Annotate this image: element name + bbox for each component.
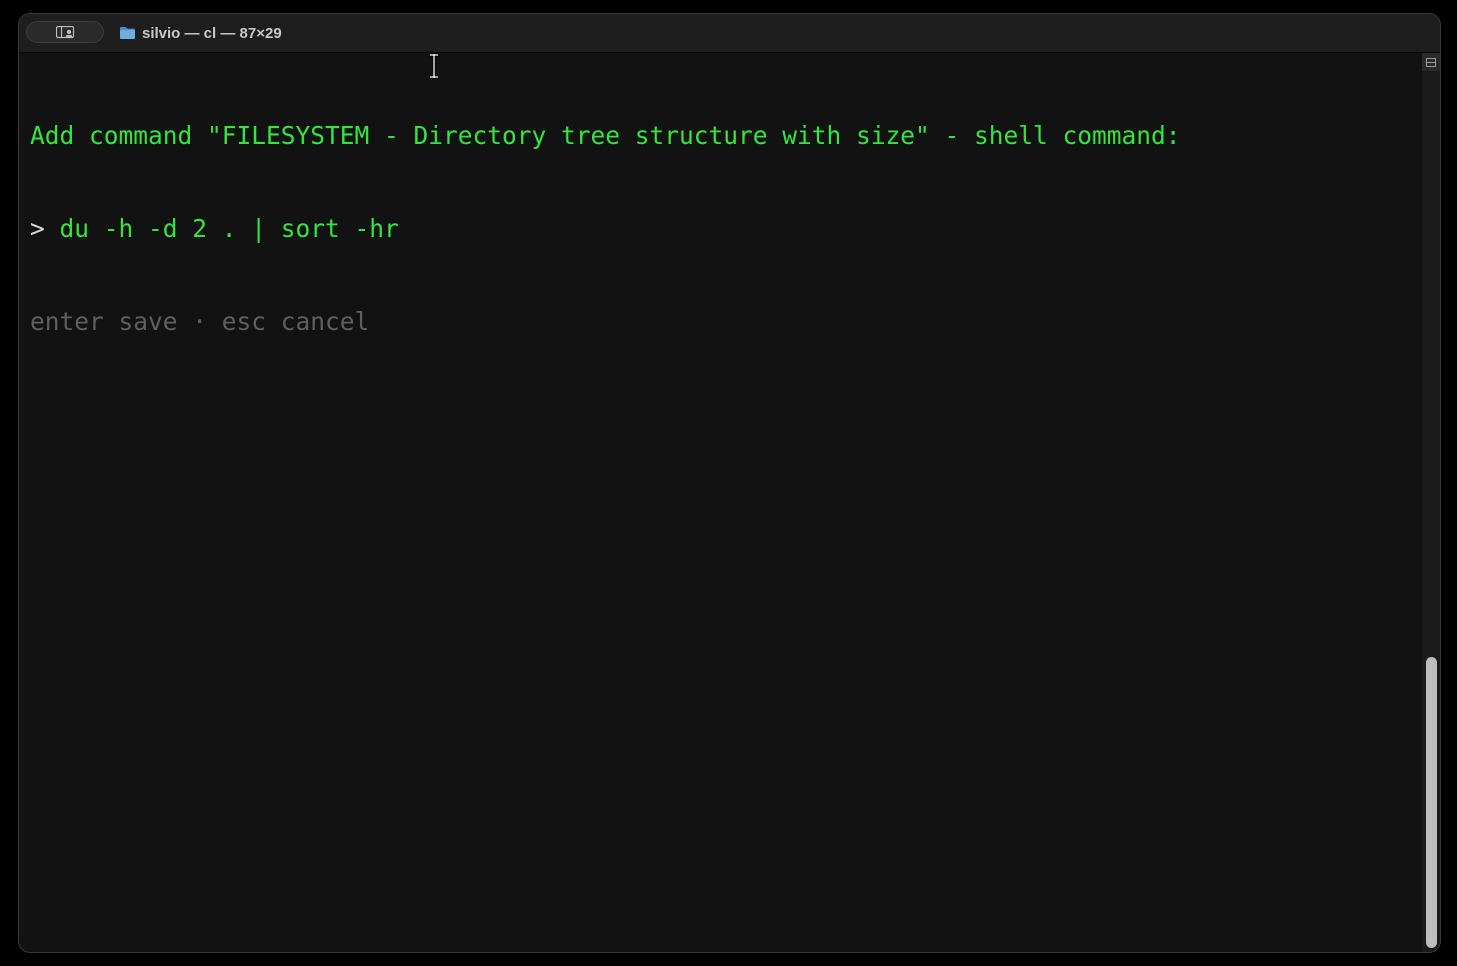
scroll-corner-icon [1426, 58, 1436, 67]
folder-icon [120, 27, 135, 39]
sidebar-toggle-icon [56, 26, 75, 39]
window-title-text: silvio — cl — 87×29 [142, 24, 282, 42]
add-command-prompt: Add command "FILESYSTEM - Directory tree… [30, 121, 1181, 150]
window-title: silvio — cl — 87×29 [119, 23, 282, 43]
vertical-scrollbar[interactable] [1422, 71, 1440, 952]
prompt-symbol: > [30, 214, 45, 243]
terminal-content[interactable]: Add command "FILESYSTEM - Directory tree… [30, 58, 1416, 952]
scrollbar-thumb[interactable] [1426, 657, 1437, 948]
key-hint: enter save · esc cancel [30, 307, 370, 336]
title-bar[interactable]: silvio — cl — 87×29 [19, 14, 1440, 53]
command-input[interactable]: du -h -d 2 . | sort -hr [45, 214, 399, 243]
split-pane-button[interactable] [1422, 53, 1440, 71]
command-input-line[interactable]: > du -h -d 2 . | sort -hr [30, 213, 1416, 244]
terminal-window: silvio — cl — 87×29 Add command "FILESYS… [18, 13, 1441, 953]
sidebar-toggle-button[interactable] [26, 21, 104, 43]
text-cursor-icon [429, 53, 439, 79]
